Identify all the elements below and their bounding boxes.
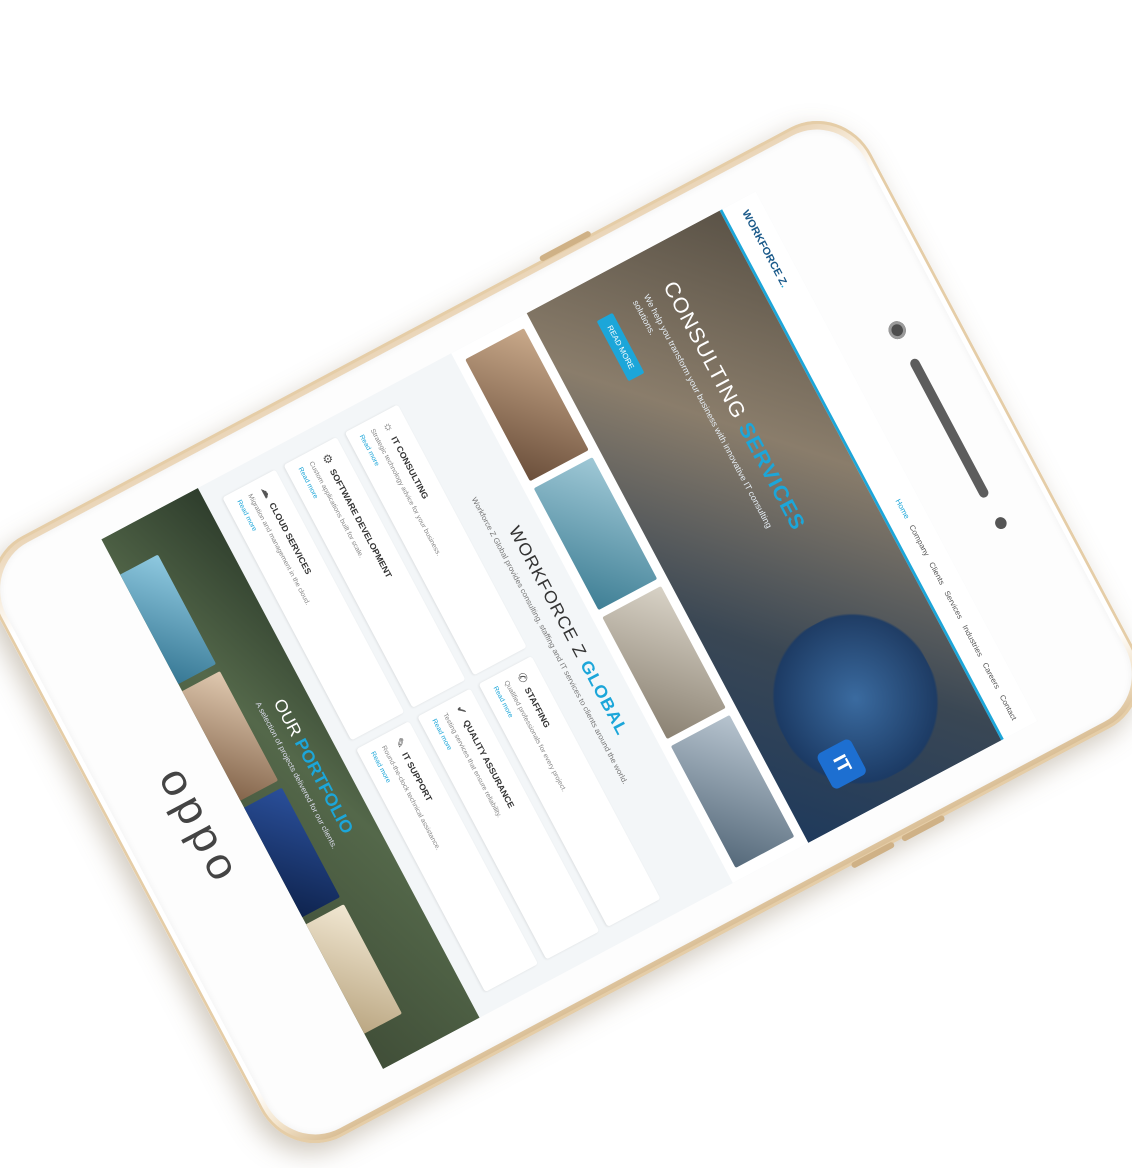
service-icon: ☼ <box>380 418 398 435</box>
earpiece-speaker <box>908 357 991 500</box>
nav-item-services[interactable]: Services <box>943 589 965 620</box>
service-icon: ⚙ <box>319 451 337 467</box>
hero-read-more-button[interactable]: READ MORE <box>596 312 645 382</box>
service-icon: ✎ <box>391 735 409 751</box>
nav-item-home[interactable]: Home <box>894 497 912 520</box>
hero-subtitle: We help you transform your business with… <box>630 292 774 530</box>
service-icon: ☁ <box>258 483 276 501</box>
nav-item-contact[interactable]: Contact <box>998 693 1018 721</box>
nav-item-industries[interactable]: Industries <box>961 623 985 658</box>
it-badge: IT <box>815 737 868 791</box>
nav-item-company[interactable]: Company <box>908 523 932 557</box>
service-icon: ✆ <box>514 670 531 686</box>
front-camera <box>885 318 909 343</box>
nav-item-careers[interactable]: Careers <box>981 661 1002 690</box>
volume-down-button[interactable] <box>850 841 896 869</box>
power-button[interactable] <box>538 230 592 263</box>
specialized-read-more-button[interactable]: READ MORE <box>129 816 178 886</box>
volume-up-button[interactable] <box>900 814 946 843</box>
phone-device: WORKFORCE Z. Home Company Clients Servic… <box>0 99 1132 1165</box>
proximity-sensor <box>993 515 1009 532</box>
nav-item-clients[interactable]: Clients <box>928 560 947 586</box>
service-icon: ✔ <box>453 702 470 718</box>
